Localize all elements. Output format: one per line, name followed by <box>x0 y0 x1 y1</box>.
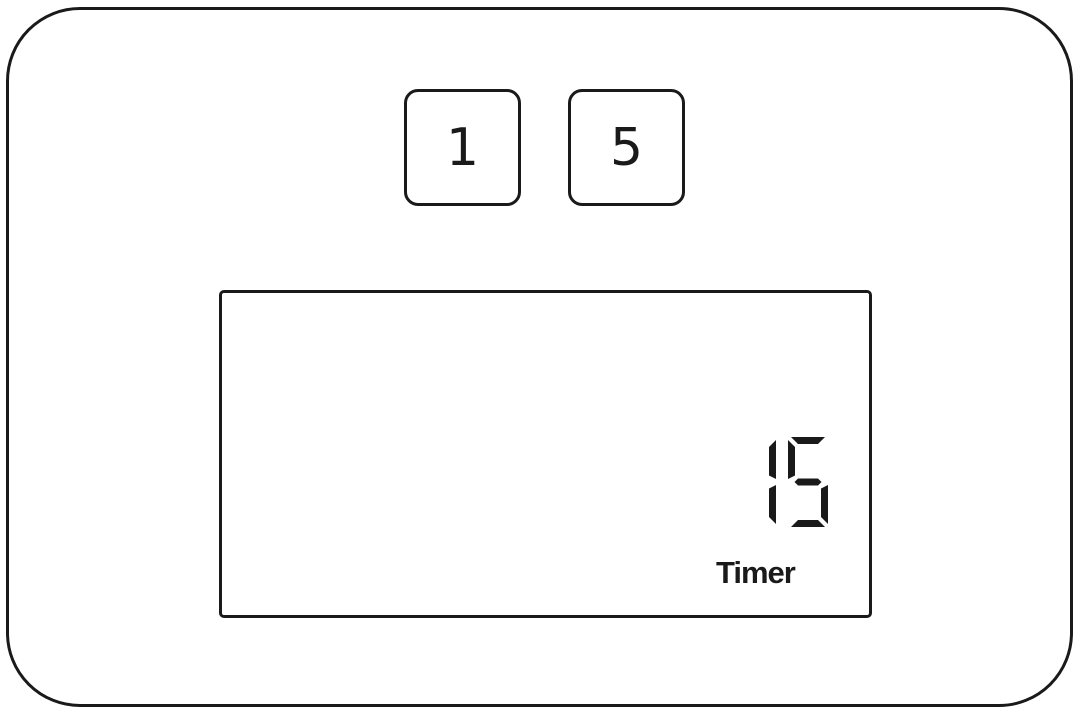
seven-segment-digits <box>769 437 828 527</box>
key-5-button[interactable]: 5 <box>568 89 685 206</box>
digit-0-segment-c <box>769 485 776 524</box>
digit-0-segment-b <box>769 440 776 479</box>
key-1-label: 1 <box>445 117 480 178</box>
key-5-label: 5 <box>609 117 644 178</box>
lcd-display: Timer <box>219 290 872 618</box>
seven-segment-readout <box>728 433 828 533</box>
digit-1-segment-g <box>794 478 822 486</box>
key-1-button[interactable]: 1 <box>404 89 521 206</box>
digit-1-segment-a <box>791 437 825 444</box>
digit-1-segment-f <box>788 440 795 479</box>
digit-1-segment-d <box>791 520 825 527</box>
digit-1-segment-c <box>821 485 828 524</box>
timer-label: Timer <box>716 555 796 590</box>
